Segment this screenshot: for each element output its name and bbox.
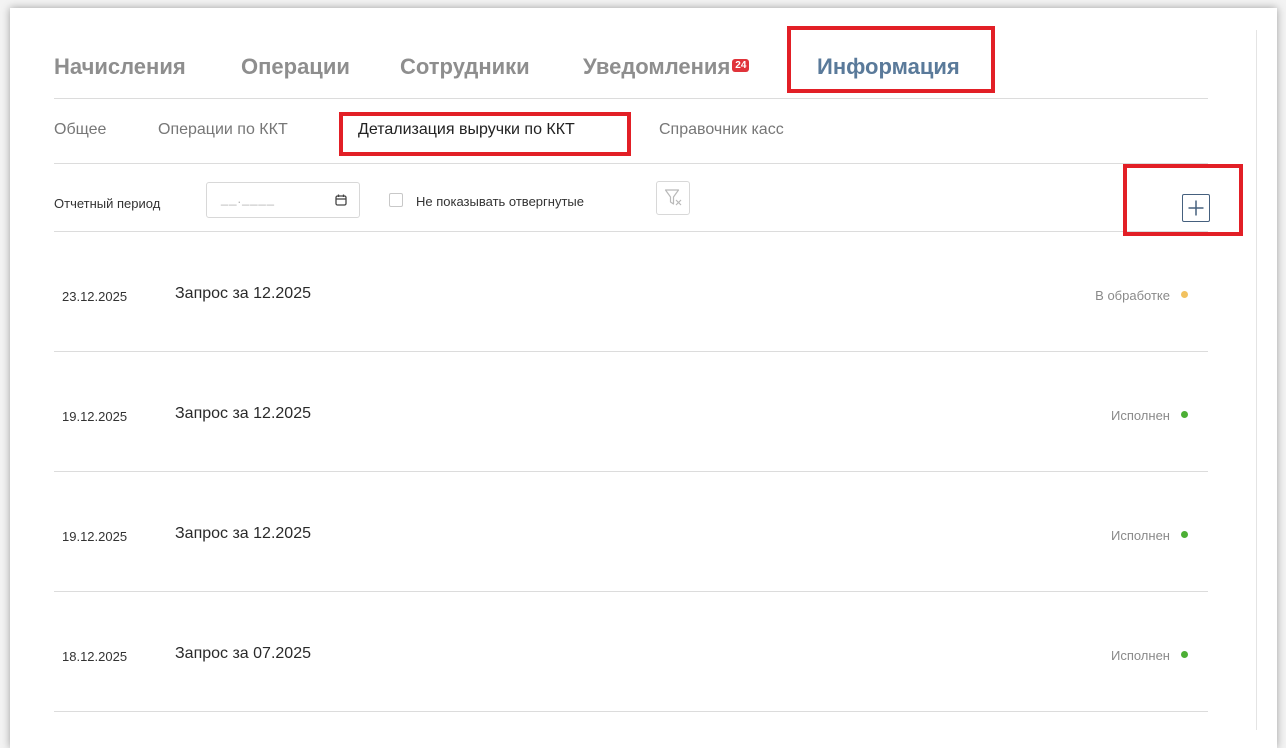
status-dot bbox=[1181, 411, 1188, 418]
request-title[interactable]: Запрос за 12.2025 bbox=[175, 285, 311, 303]
filter-clear-icon bbox=[664, 189, 682, 206]
request-date: 18.12.2025 bbox=[62, 649, 128, 664]
tab-informatsiya[interactable]: Информация bbox=[817, 54, 960, 80]
clear-filter-button[interactable] bbox=[656, 181, 690, 215]
period-input[interactable]: __.____ bbox=[206, 182, 360, 218]
tab-nachisleniya[interactable]: Начисления bbox=[54, 54, 186, 80]
request-row[interactable]: 23.12.2025 Запрос за 12.2025 В обработке bbox=[54, 232, 1208, 352]
notification-badge: 24 bbox=[732, 59, 750, 72]
subtab-operatsii-kkt[interactable]: Операции по ККТ bbox=[158, 121, 288, 139]
period-label: Отчетный период bbox=[54, 196, 161, 211]
request-date: 23.12.2025 bbox=[62, 289, 128, 304]
status-dot bbox=[1181, 291, 1188, 298]
subtab-detalizatsiya-vyruchki[interactable]: Детализация выручки по ККТ bbox=[358, 121, 575, 139]
panel-divider bbox=[1256, 30, 1257, 730]
main-panel: Начисления Операции Сотрудники Уведомлен… bbox=[10, 8, 1277, 748]
request-row[interactable]: 19.12.2025 Запрос за 12.2025 Исполнен bbox=[54, 472, 1208, 592]
tab-uvedomleniya-label: Уведомления bbox=[583, 54, 731, 79]
request-status: Исполнен bbox=[1110, 408, 1170, 423]
add-request-button[interactable] bbox=[1182, 194, 1210, 222]
request-title[interactable]: Запрос за 07.2025 bbox=[175, 645, 311, 663]
main-tabs: Начисления Операции Сотрудники Уведомлен… bbox=[54, 30, 1208, 99]
plus-icon bbox=[1188, 200, 1204, 216]
tab-sotrudniki[interactable]: Сотрудники bbox=[400, 54, 530, 80]
sub-tabs: Общее Операции по ККТ Детализация выручк… bbox=[54, 99, 1208, 164]
calendar-icon[interactable] bbox=[335, 194, 347, 206]
tab-operatsii[interactable]: Операции bbox=[241, 54, 350, 80]
request-row[interactable]: 18.12.2025 Запрос за 07.2025 Исполнен bbox=[54, 592, 1208, 712]
subtab-obshchee[interactable]: Общее bbox=[54, 121, 106, 139]
status-dot bbox=[1181, 651, 1188, 658]
request-title[interactable]: Запрос за 12.2025 bbox=[175, 525, 311, 543]
request-date: 19.12.2025 bbox=[62, 409, 128, 424]
filter-bar: Отчетный период __.____ Не показывать от… bbox=[54, 164, 1210, 232]
hide-rejected-label[interactable]: Не показывать отвергнутые bbox=[416, 194, 584, 209]
subtab-spravochnik-kass[interactable]: Справочник касс bbox=[659, 121, 784, 139]
hide-rejected-checkbox[interactable] bbox=[389, 193, 403, 207]
request-row[interactable]: 19.12.2025 Запрос за 12.2025 Исполнен bbox=[54, 352, 1208, 472]
request-status: Исполнен bbox=[1110, 648, 1170, 663]
status-dot bbox=[1181, 531, 1188, 538]
request-title[interactable]: Запрос за 12.2025 bbox=[175, 405, 311, 423]
request-status: Исполнен bbox=[1110, 528, 1170, 543]
period-input-mask: __.____ bbox=[221, 191, 275, 206]
tab-uvedomleniya[interactable]: Уведомления 24 bbox=[583, 54, 750, 80]
request-date: 19.12.2025 bbox=[62, 529, 128, 544]
request-status: В обработке bbox=[1095, 288, 1170, 303]
